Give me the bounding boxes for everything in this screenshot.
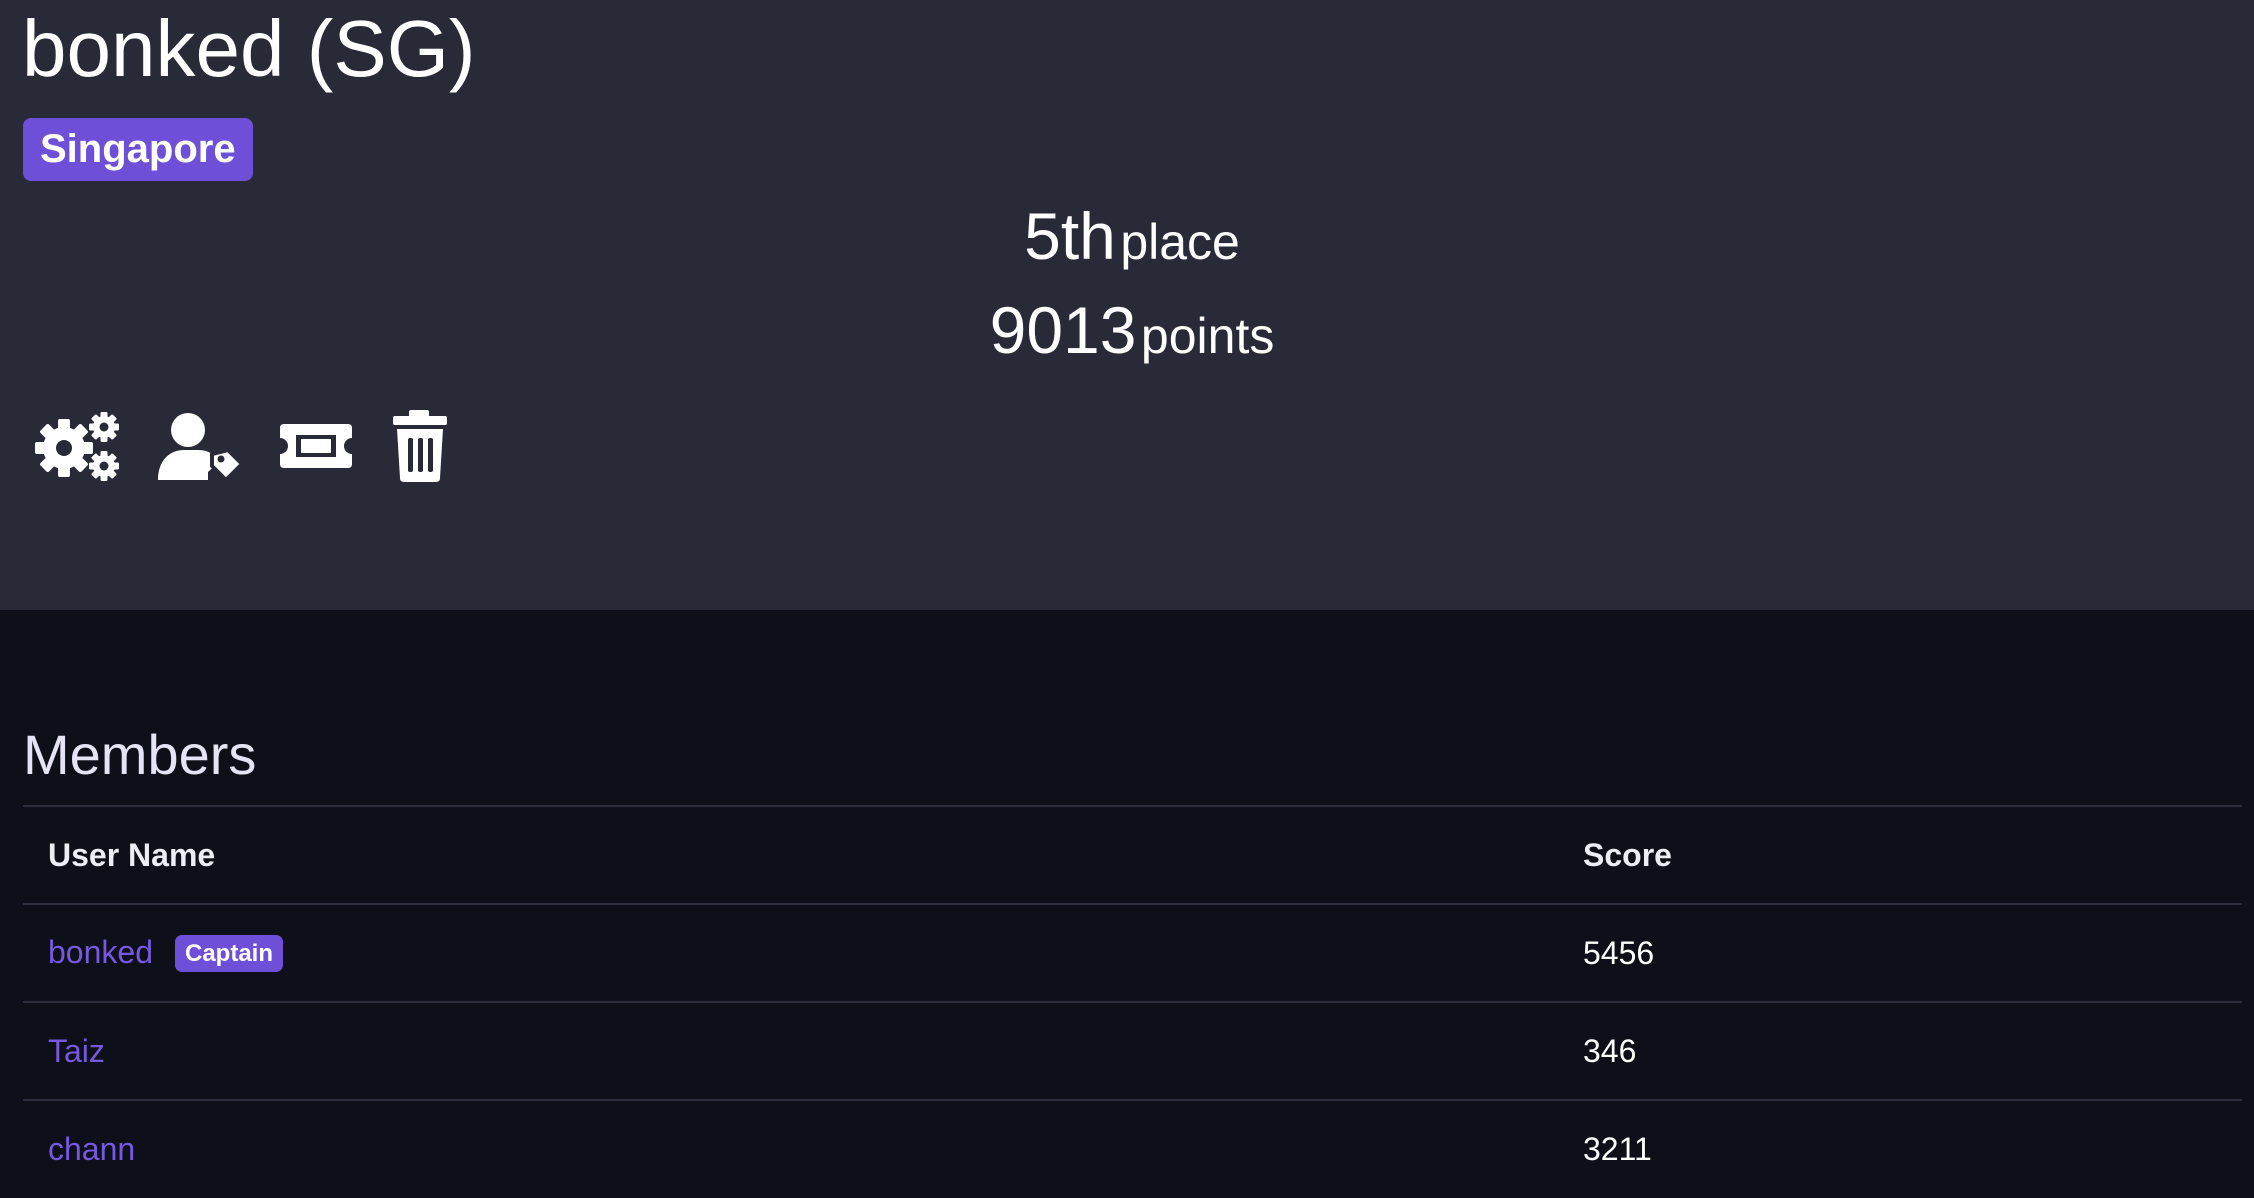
- user-tag-icon[interactable]: [158, 410, 244, 482]
- members-table: User Name Score bonked Captain 5456 Taiz …: [23, 805, 2242, 1197]
- captain-badge: Captain: [174, 935, 283, 972]
- score-cell: 346: [1558, 1001, 2242, 1100]
- user-link[interactable]: bonked: [48, 934, 153, 970]
- ticket-icon[interactable]: [278, 410, 356, 482]
- place-value: 5th: [1024, 199, 1116, 273]
- user-name-cell: Taiz: [23, 1001, 1558, 1100]
- table-header-row: User Name Score: [23, 805, 2242, 904]
- column-header-score: Score: [1558, 805, 2242, 904]
- team-points: 9013 points: [0, 290, 2254, 389]
- user-name-cell: chann: [23, 1099, 1558, 1197]
- user-link[interactable]: chann: [48, 1131, 135, 1167]
- settings-gears-icon[interactable]: [34, 410, 120, 482]
- table-row: chann 3211: [23, 1099, 2242, 1197]
- points-value: 9013: [989, 293, 1137, 367]
- score-cell: 3211: [1558, 1099, 2242, 1197]
- points-label: points: [1140, 308, 1275, 364]
- user-name-cell: bonked Captain: [23, 903, 1558, 1002]
- table-row: Taiz 346: [23, 1001, 2242, 1100]
- trash-icon[interactable]: [389, 410, 451, 482]
- members-heading: Members: [23, 723, 257, 786]
- score-cell: 5456: [1558, 903, 2242, 1002]
- place-label: place: [1120, 214, 1240, 270]
- country-badge: Singapore: [23, 118, 253, 181]
- team-place: 5th place: [0, 196, 2254, 295]
- team-header: bonked (SG) Singapore 5th place 9013 poi…: [0, 0, 2254, 610]
- team-name: bonked (SG): [22, 4, 476, 93]
- user-link[interactable]: Taiz: [48, 1033, 105, 1069]
- table-row: bonked Captain 5456: [23, 903, 2242, 1002]
- column-header-user-name: User Name: [23, 805, 1558, 904]
